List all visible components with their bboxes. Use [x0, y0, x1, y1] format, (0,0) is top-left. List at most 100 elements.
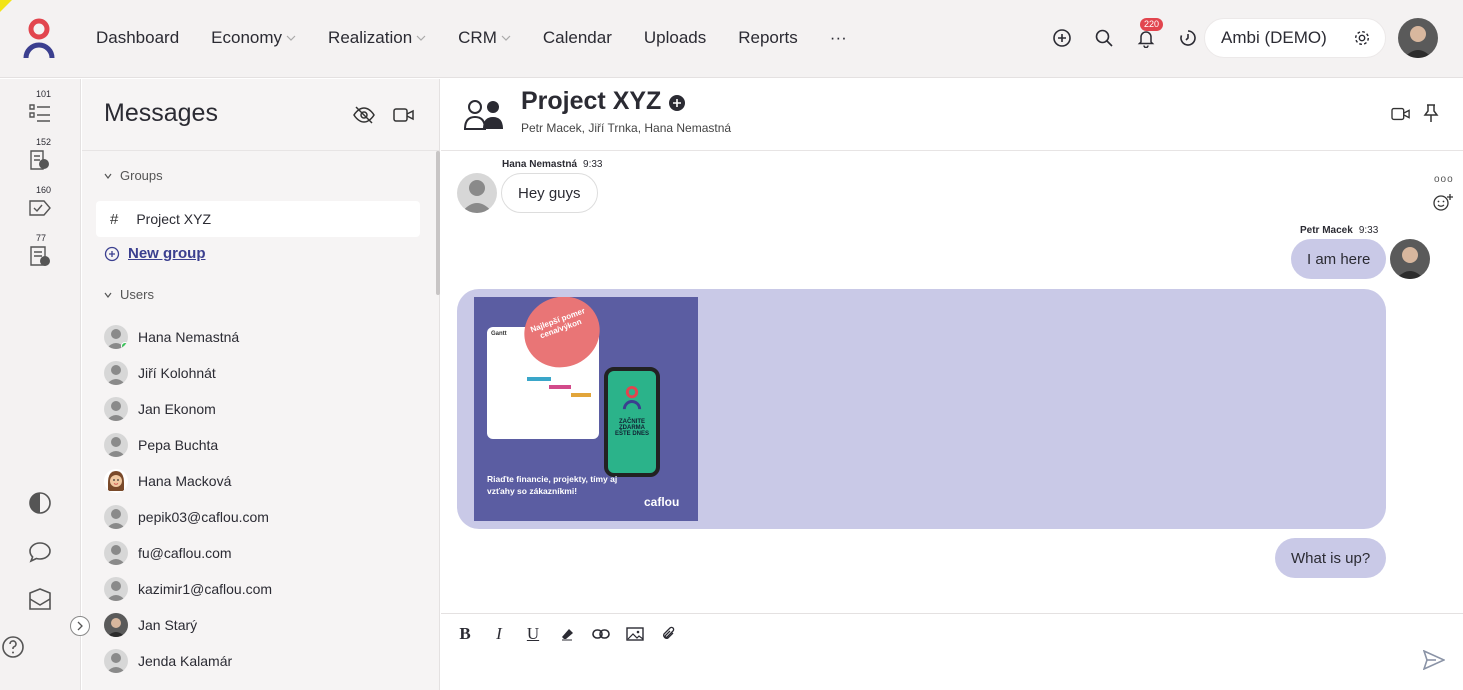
- nav-label: Uploads: [643, 28, 707, 47]
- nav-economy[interactable]: Economy: [211, 28, 296, 48]
- user-avatar[interactable]: [1398, 18, 1438, 58]
- nav-calendar[interactable]: Calendar: [543, 28, 612, 48]
- nav-reports[interactable]: Reports: [738, 28, 798, 48]
- user-name: Hana Nemastná: [138, 329, 240, 345]
- message-time: 9:33: [583, 159, 603, 170]
- user-item[interactable]: Jan Ekonom: [104, 395, 216, 423]
- message-options-icon[interactable]: ooo: [1434, 174, 1454, 185]
- eye-off-icon[interactable]: [353, 105, 375, 125]
- help-icon[interactable]: [1, 635, 25, 659]
- phone-text: ZAČNITE ZDARMA EŠTE DNES: [614, 419, 649, 437]
- nav-label: Calendar: [542, 28, 612, 47]
- chat-title: Project XYZ: [521, 87, 662, 115]
- nav-dashboard[interactable]: Dashboard: [96, 28, 179, 48]
- new-group-label: New group: [128, 245, 206, 262]
- tag-check-icon: [29, 200, 51, 216]
- new-group-link[interactable]: New group: [104, 245, 206, 262]
- user-item[interactable]: fu@caflou.com: [104, 539, 232, 567]
- user-item[interactable]: kazimir1@caflou.com: [104, 575, 272, 603]
- caret-down-icon: [104, 173, 112, 179]
- pin-icon[interactable]: [1423, 103, 1439, 123]
- rail-issues[interactable]: 152: [26, 137, 56, 173]
- messages-sidebar: Messages Groups # Project XYZ New group …: [82, 79, 440, 690]
- user-item[interactable]: Jenda Kalamár: [104, 647, 232, 675]
- user-item[interactable]: Hana Nemastná: [104, 323, 239, 351]
- message-input[interactable]: [455, 652, 1415, 682]
- gantt-label: Gantt: [491, 331, 507, 337]
- user-name: Jenda Kalamár: [138, 653, 233, 669]
- search-icon: [1095, 29, 1113, 47]
- add-reaction-icon[interactable]: [1433, 193, 1455, 211]
- chat-panel: Project XYZ Petr Macek, Jiří Trnka, Hana…: [441, 79, 1463, 690]
- italic-icon[interactable]: I: [489, 624, 509, 644]
- user-item[interactable]: Jan Starý: [104, 611, 197, 639]
- formatting-toolbar: B I U: [455, 624, 679, 644]
- user-avatar-emoji: [104, 469, 128, 493]
- image-icon[interactable]: [625, 624, 645, 644]
- send-icon[interactable]: [1423, 650, 1445, 670]
- nav-label: Reports: [738, 28, 798, 47]
- corner-marker: [0, 0, 12, 12]
- attachment-icon[interactable]: [659, 624, 679, 644]
- message-meta: Hana Nemastná 9:33: [502, 159, 603, 170]
- user-name: Jan Ekonom: [138, 401, 216, 417]
- contrast-icon[interactable]: [28, 491, 52, 515]
- video-call-icon[interactable]: [1391, 105, 1411, 123]
- ad-headline: Riaďte financie, projekty, tímy aj vzťah…: [487, 474, 618, 496]
- bell-icon: [1137, 31, 1155, 48]
- user-item[interactable]: Jiří Kolohnát: [104, 359, 216, 387]
- video-icon[interactable]: [393, 105, 415, 125]
- eraser-icon[interactable]: [557, 624, 577, 644]
- message-bubble[interactable]: What is up?: [1275, 538, 1387, 578]
- caflou-ad-image[interactable]: Gantt Najlepší pomer cena/výkon ZAČNITE …: [474, 297, 698, 521]
- underline-icon[interactable]: U: [523, 624, 543, 644]
- notifications-button[interactable]: 220: [1134, 18, 1164, 52]
- groups-label: Groups: [120, 168, 163, 183]
- rail-count: 152: [36, 137, 52, 147]
- nav-more-button[interactable]: ···: [830, 28, 847, 48]
- group-item-project-xyz[interactable]: # Project XYZ: [96, 201, 420, 237]
- chevron-right-icon: [77, 621, 83, 631]
- rail-count: 160: [36, 185, 52, 195]
- nav-realization[interactable]: Realization: [328, 28, 426, 48]
- bold-icon[interactable]: B: [455, 624, 475, 644]
- nav-label: Economy: [211, 28, 283, 47]
- add-member-icon[interactable]: [669, 95, 685, 111]
- nav-label: Realization: [328, 28, 413, 47]
- mail-inbox-icon[interactable]: [27, 587, 53, 613]
- document-alert-icon: [30, 150, 49, 170]
- user-item[interactable]: Pepa Buchta: [104, 431, 218, 459]
- image-message-bubble[interactable]: Gantt Najlepší pomer cena/výkon ZAČNITE …: [457, 289, 1386, 529]
- nav-crm[interactable]: CRM: [458, 28, 511, 48]
- rail-approvals[interactable]: 160: [26, 185, 56, 221]
- account-label: Ambi (DEMO): [1221, 28, 1327, 47]
- user-item[interactable]: pepik03@caflou.com: [104, 503, 269, 531]
- link-icon[interactable]: [591, 624, 611, 644]
- chat-members: Petr Macek, Jiří Trnka, Hana Nemastná: [521, 121, 732, 135]
- caflou-logo[interactable]: [22, 18, 56, 60]
- timer-button[interactable]: [1176, 24, 1200, 52]
- gear-icon[interactable]: [1353, 29, 1371, 47]
- message-bubble[interactable]: Hey guys: [501, 173, 598, 213]
- search-button[interactable]: [1092, 24, 1116, 52]
- message-avatar: [457, 173, 497, 213]
- account-selector[interactable]: Ambi (DEMO): [1204, 18, 1386, 58]
- user-name: fu@caflou.com: [138, 545, 232, 561]
- user-item[interactable]: Hana Macková: [104, 467, 231, 495]
- checklist-icon: [29, 104, 50, 122]
- users-section-toggle[interactable]: Users: [104, 287, 154, 302]
- chat-bubble-icon[interactable]: [28, 540, 52, 564]
- collapse-sidebar-button[interactable]: [70, 616, 90, 636]
- groups-section-toggle[interactable]: Groups: [104, 168, 163, 183]
- chevron-down-icon: [416, 35, 426, 41]
- add-button[interactable]: [1050, 24, 1074, 52]
- message-bubble[interactable]: I am here: [1291, 239, 1387, 279]
- nav-uploads[interactable]: Uploads: [644, 28, 706, 48]
- sidebar-scrollbar[interactable]: [436, 151, 440, 295]
- user-avatar-placeholder: [104, 325, 128, 349]
- notification-badge: 220: [1140, 18, 1164, 31]
- top-icons: 220: [1050, 18, 1200, 52]
- rail-invoices[interactable]: 77: [26, 233, 56, 269]
- user-name: Jan Starý: [138, 617, 198, 633]
- rail-tasks[interactable]: 101: [26, 89, 56, 125]
